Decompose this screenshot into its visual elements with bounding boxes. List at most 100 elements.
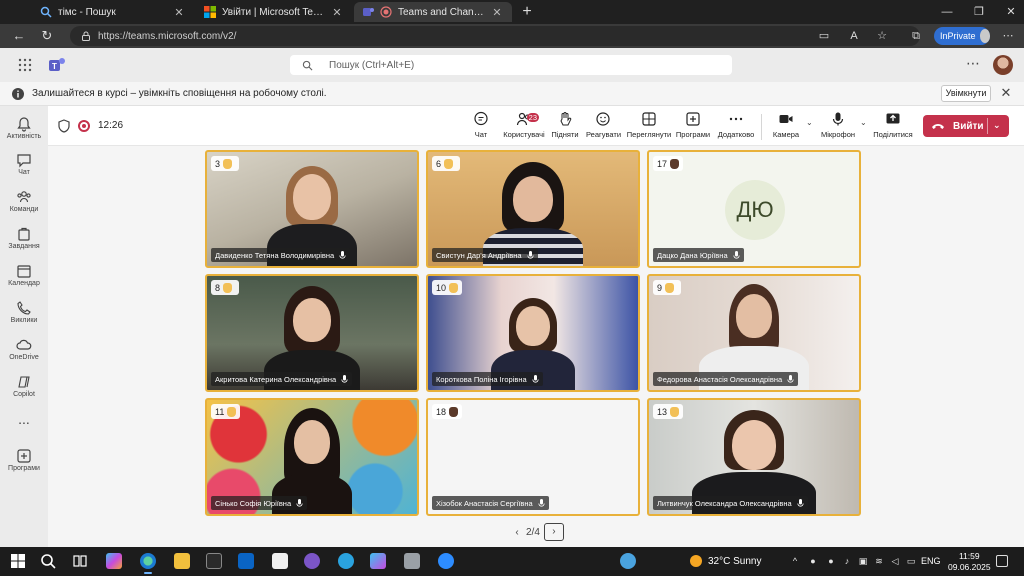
close-icon[interactable]: ✕ — [999, 86, 1013, 100]
react-button[interactable]: Реагувати — [586, 111, 621, 143]
apps-button[interactable]: Програми — [675, 111, 711, 143]
leave-options-chevron-down-icon[interactable]: ⌄ — [993, 120, 1001, 131]
rail-item-calls[interactable]: Виклики — [0, 298, 48, 334]
participant-tile[interactable]: 3 Давиденко Тетяна Володимирівна — [205, 150, 419, 268]
rail-item-copilot[interactable]: Copilot — [0, 372, 48, 408]
more-actions-button[interactable]: Додатково — [716, 111, 756, 143]
next-page-chevron-right-icon[interactable]: › — [543, 523, 564, 541]
participant-tile[interactable]: 6 Свистун Дар'я Андріївна — [426, 150, 640, 268]
back-button[interactable]: ← — [10, 27, 28, 45]
copilot-app-icon[interactable] — [370, 553, 386, 569]
weather-widget[interactable]: 32°C Sunny — [690, 555, 761, 567]
viber-icon[interactable] — [304, 553, 320, 569]
weather-text: 32°C Sunny — [708, 555, 762, 567]
minimize-button[interactable]: — — [930, 0, 964, 24]
rail-item-more[interactable]: ... — [0, 412, 48, 432]
browser-tab-search[interactable]: тімс - Пошук ✕ — [32, 2, 194, 22]
participant-tile[interactable]: 11 Сінько Софія Юріївна — [205, 398, 419, 516]
camera-icon[interactable]: ▣ — [858, 556, 868, 566]
extensions-icon[interactable]: ⧉ — [908, 28, 924, 44]
hand-raise-order-badge: 11 — [211, 404, 241, 419]
close-icon[interactable]: ✕ — [172, 6, 186, 19]
enable-notifications-button[interactable]: Увімкнути — [941, 85, 991, 102]
system-clock[interactable]: 11:59 09.06.2025 — [948, 551, 991, 573]
search-input[interactable]: Пошук (Ctrl+Alt+E) — [290, 55, 732, 75]
rail-item-chat[interactable]: Чат — [0, 150, 48, 186]
microphone-options-chevron-down-icon[interactable]: ⌄ — [860, 118, 867, 127]
participant-tile[interactable]: 18 Хізобок Анастасія Сергіївна — [426, 398, 640, 516]
rail-item-activity[interactable]: Активність — [0, 114, 48, 150]
close-window-button[interactable]: ✕ — [994, 0, 1024, 24]
edge-browser-icon[interactable] — [140, 553, 156, 569]
raise-hand-button[interactable]: Підняти — [550, 111, 580, 143]
teams-header: T Пошук (Ctrl+Alt+E) ⋯ — [0, 48, 1024, 82]
battery-icon[interactable]: ▭ — [906, 556, 916, 566]
leave-button[interactable]: Вийти ⌄ — [923, 115, 1009, 137]
refresh-button[interactable]: ↻ — [38, 27, 56, 45]
view-button[interactable]: Переглянути — [626, 111, 672, 143]
close-icon[interactable]: ✕ — [490, 6, 504, 19]
rail-item-onedrive[interactable]: OneDrive — [0, 335, 48, 371]
outlook-icon[interactable] — [238, 553, 254, 569]
participant-tile[interactable]: ДЮ 17 Дацко Дана Юріївна — [647, 150, 861, 268]
hand-raise-order-badge: 18 — [432, 404, 463, 419]
zoom-icon[interactable] — [438, 553, 454, 569]
wifi-icon[interactable]: ≋ — [874, 556, 884, 566]
shield-icon[interactable] — [58, 119, 70, 133]
microphone-icon[interactable]: ♪ — [842, 556, 852, 566]
rail-item-apps[interactable]: Програми — [0, 446, 48, 482]
share-button[interactable]: Поділитися — [872, 111, 914, 143]
browser-menu-icon[interactable]: ⋯ — [1000, 28, 1016, 44]
participant-tile[interactable]: 8 Акритова Катерина Олександрівна — [205, 274, 419, 392]
new-tab-button[interactable]: + — [518, 3, 536, 21]
url-field[interactable]: https://teams.microsoft.com/v2/ — [70, 26, 920, 46]
store-icon[interactable] — [206, 553, 222, 569]
tray-overflow-chevron-up-icon[interactable]: ^ — [790, 556, 800, 566]
input-language[interactable]: ENG — [921, 556, 941, 566]
raised-hand-icon — [449, 406, 459, 417]
browser-tab-login[interactable]: Увійти | Microsoft Teams ✕ — [196, 2, 352, 22]
rail-item-assignments[interactable]: Завдання — [0, 224, 48, 260]
user-avatar[interactable] — [993, 55, 1013, 75]
rail-item-label: Виклики — [10, 317, 38, 324]
windows-start-icon[interactable] — [10, 553, 26, 569]
microphone-icon — [787, 374, 794, 383]
volume-icon[interactable]: ◁ — [890, 556, 900, 566]
help-icon[interactable] — [620, 553, 636, 569]
meeting-timer: 12:26 — [98, 120, 124, 131]
browser-tab-teams[interactable]: Teams and Channels | Заняття ✕ — [354, 2, 512, 22]
tray-app-icon[interactable]: ● — [826, 556, 836, 566]
app-launcher-icon[interactable] — [18, 58, 32, 72]
rail-item-teams[interactable]: Команди — [0, 187, 48, 223]
copilot-icon[interactable] — [106, 553, 122, 569]
camera-button[interactable]: Камера — [770, 111, 802, 143]
close-icon[interactable]: ✕ — [330, 6, 344, 19]
people-button[interactable]: 23 Користувачі — [502, 111, 546, 143]
file-explorer-icon[interactable] — [174, 553, 190, 569]
tray-app-icon[interactable]: ● — [808, 556, 818, 566]
participant-tile[interactable]: 10 Короткова Поліна Ігорівна — [426, 274, 640, 392]
participant-tile[interactable]: 9 Федорова Анастасія Олександрівна — [647, 274, 861, 392]
chat-button[interactable]: Чат — [466, 111, 496, 143]
inprivate-label: InPrivate — [940, 31, 976, 41]
read-aloud-icon[interactable]: A — [846, 28, 862, 44]
previous-page-chevron-left-icon[interactable]: ‹ — [510, 527, 524, 538]
hang-up-phone-icon — [932, 124, 944, 129]
inprivate-badge[interactable]: InPrivate — [934, 27, 990, 45]
calendar-icon — [17, 265, 31, 278]
camera-options-chevron-down-icon[interactable]: ⌄ — [806, 118, 813, 127]
rail-item-calendar[interactable]: Календар — [0, 261, 48, 297]
notification-center-icon[interactable] — [996, 555, 1008, 567]
telegram-icon[interactable] — [338, 553, 354, 569]
screen-cast-icon[interactable]: ▭ — [816, 28, 832, 44]
raised-hand-icon — [670, 158, 680, 169]
participant-tile[interactable]: 13 Литвинчук Олександра Олександрівна — [647, 398, 861, 516]
notepad-icon[interactable] — [272, 553, 288, 569]
favorite-star-icon[interactable]: ☆ — [874, 28, 890, 44]
maximize-button[interactable]: ❐ — [962, 0, 996, 24]
app-icon[interactable] — [404, 553, 420, 569]
search-icon[interactable] — [40, 553, 56, 569]
task-view-icon[interactable] — [72, 553, 88, 569]
microphone-button[interactable]: Мікрофон — [818, 111, 858, 143]
more-options-icon[interactable]: ⋯ — [966, 56, 980, 70]
